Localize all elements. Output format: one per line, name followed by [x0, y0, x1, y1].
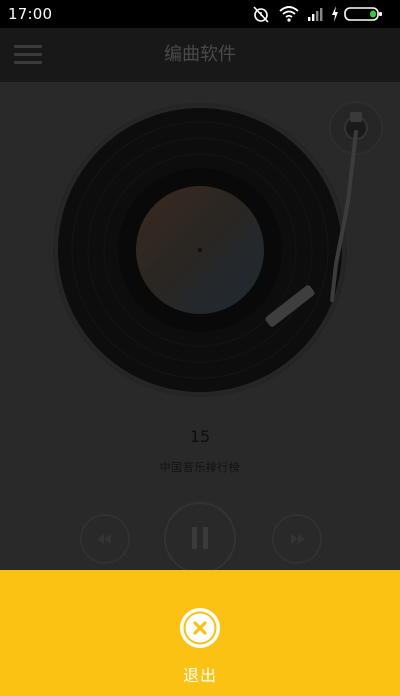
track-number: 15	[189, 427, 211, 446]
next-button[interactable]	[272, 514, 322, 564]
pause-icon	[192, 527, 208, 549]
app-header: 编曲软件	[0, 28, 400, 82]
exit-button[interactable]	[178, 606, 222, 650]
app-title: 编曲软件	[164, 44, 236, 65]
pause-button[interactable]	[164, 502, 236, 574]
screen: 17:00 编曲软件 15 中国音乐排行榜 退出	[0, 0, 400, 696]
exit-sheet: 退出	[0, 570, 400, 696]
signal-icon	[308, 8, 323, 21]
turntable	[53, 101, 383, 397]
previous-icon	[97, 534, 111, 544]
status-bar: 17:00	[0, 0, 400, 28]
exit-label: 退出	[182, 666, 217, 685]
track-title: 中国音乐排行榜	[159, 461, 241, 474]
status-time: 17:00	[8, 5, 53, 23]
player-area: 15 中国音乐排行榜	[0, 82, 400, 574]
alarm-off-icon	[253, 6, 269, 23]
charging-icon	[332, 6, 338, 22]
battery-icon	[344, 7, 382, 21]
previous-button[interactable]	[80, 514, 130, 564]
wifi-icon	[279, 6, 299, 22]
close-icon	[180, 608, 220, 648]
status-icons	[252, 4, 392, 24]
next-icon	[291, 534, 305, 544]
